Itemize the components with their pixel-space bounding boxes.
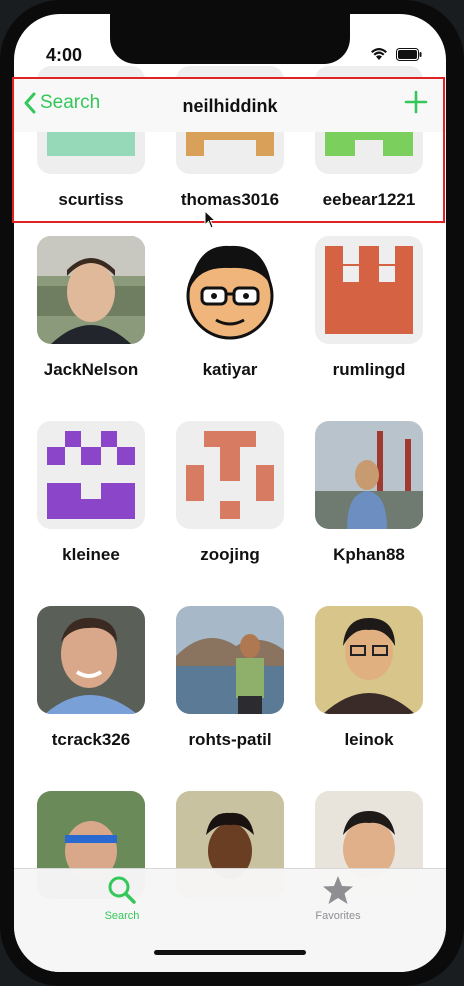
avatar-photo bbox=[315, 421, 423, 529]
avatar-photo bbox=[37, 606, 145, 714]
user-cell-katiyar[interactable]: katiyar bbox=[175, 236, 285, 380]
avatar-photo bbox=[37, 236, 145, 344]
avatar bbox=[315, 236, 423, 344]
status-icons bbox=[370, 47, 422, 66]
username-label: leinok bbox=[344, 730, 394, 749]
avatar bbox=[176, 421, 284, 529]
username-label: rumlingd bbox=[332, 360, 406, 379]
tab-search[interactable]: Search bbox=[62, 875, 182, 922]
user-cell-tcrack326[interactable]: tcrack326 bbox=[36, 606, 146, 750]
mouse-cursor-icon bbox=[204, 209, 217, 235]
magnifier-icon bbox=[108, 876, 136, 904]
tab-favorites[interactable]: Favorites bbox=[278, 875, 398, 922]
username-label: tcrack326 bbox=[51, 730, 131, 749]
user-cell-rohts-patil[interactable]: rohts-patil bbox=[175, 606, 285, 750]
notch bbox=[110, 14, 350, 64]
avatar bbox=[37, 421, 145, 529]
wifi-icon bbox=[370, 47, 388, 66]
username-label: zoojing bbox=[200, 545, 260, 564]
user-cell-rumlingd[interactable]: rumlingd bbox=[314, 236, 424, 380]
user-cell-kphan88[interactable]: Kphan88 bbox=[314, 421, 424, 565]
username-label: rohts-patil bbox=[188, 730, 272, 749]
user-cell-kleinee[interactable]: kleinee bbox=[36, 421, 146, 565]
username-label: katiyar bbox=[202, 360, 258, 379]
tab-search-label: Search bbox=[104, 910, 140, 922]
username-label: kleinee bbox=[62, 545, 120, 564]
avatar-photo bbox=[176, 606, 284, 714]
user-cell-leinok[interactable]: leinok bbox=[314, 606, 424, 750]
user-cell-jacknelson[interactable]: JackNelson bbox=[36, 236, 146, 380]
star-icon bbox=[323, 876, 353, 904]
battery-icon bbox=[396, 47, 422, 66]
username-label: Kphan88 bbox=[333, 545, 405, 564]
home-indicator bbox=[154, 950, 306, 955]
avatar-cartoon bbox=[176, 236, 284, 344]
tab-favorites-label: Favorites bbox=[315, 910, 361, 922]
username-label: JackNelson bbox=[43, 360, 139, 379]
tab-bar: Search Favorites bbox=[14, 868, 446, 972]
highlight-box bbox=[12, 77, 445, 223]
status-time: 4:00 bbox=[46, 45, 83, 65]
avatar-photo bbox=[315, 606, 423, 714]
user-cell-zoojing[interactable]: zoojing bbox=[175, 421, 285, 565]
